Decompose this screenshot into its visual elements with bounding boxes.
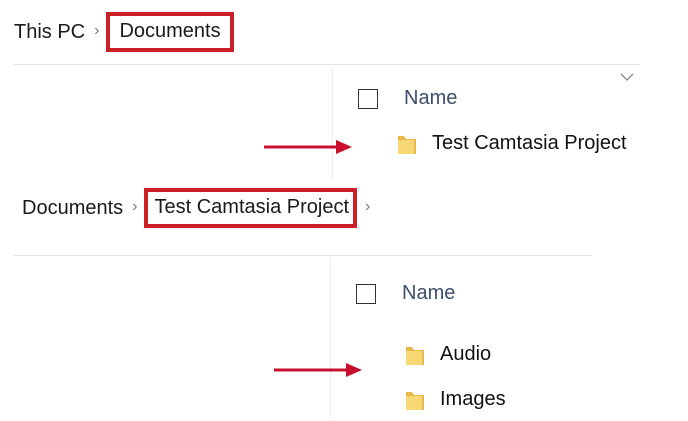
breadcrumb-item-this-pc[interactable]: This PC — [14, 19, 85, 46]
folder-icon — [398, 135, 416, 154]
column-header-name[interactable]: Name — [404, 87, 457, 110]
list-item-label: Test Camtasia Project — [432, 132, 627, 154]
list-item[interactable]: Audio — [406, 343, 491, 366]
list-item-label: Audio — [440, 343, 492, 365]
explorer-panel-documents: This PC › Documents Name Test Camtasia P… — [0, 0, 688, 180]
chevron-right-icon[interactable]: › — [94, 22, 99, 40]
breadcrumb-item-documents[interactable]: Documents — [106, 12, 234, 52]
address-bar-divider — [14, 64, 640, 65]
pane-divider[interactable] — [332, 68, 333, 180]
select-all-checkbox[interactable] — [356, 284, 376, 304]
list-item[interactable]: Test Camtasia Project — [398, 132, 627, 155]
explorer-panel-test-camtasia-project: Documents › Test Camtasia Project › Name… — [0, 188, 688, 421]
list-item-label: Images — [440, 388, 506, 410]
arrow-icon — [264, 140, 352, 154]
chevron-right-icon[interactable]: › — [365, 198, 370, 216]
select-all-checkbox[interactable] — [358, 89, 378, 109]
folder-icon — [406, 391, 424, 410]
chevron-down-icon[interactable] — [620, 72, 634, 82]
breadcrumb-item-test-camtasia-project[interactable]: Test Camtasia Project — [144, 188, 357, 228]
folder-icon — [406, 346, 424, 365]
breadcrumb-item-documents[interactable]: Documents — [22, 195, 123, 222]
breadcrumb: Documents › Test Camtasia Project › — [22, 188, 377, 228]
breadcrumb: This PC › Documents — [14, 12, 234, 52]
tutorial-image: This PC › Documents Name Test Camtasia P… — [0, 0, 688, 421]
pane-divider[interactable] — [330, 258, 331, 418]
chevron-right-icon[interactable]: › — [132, 198, 137, 216]
list-item[interactable]: Images — [406, 388, 506, 411]
arrow-icon — [274, 363, 362, 377]
address-bar-divider — [14, 255, 592, 256]
column-header-name[interactable]: Name — [402, 282, 455, 305]
